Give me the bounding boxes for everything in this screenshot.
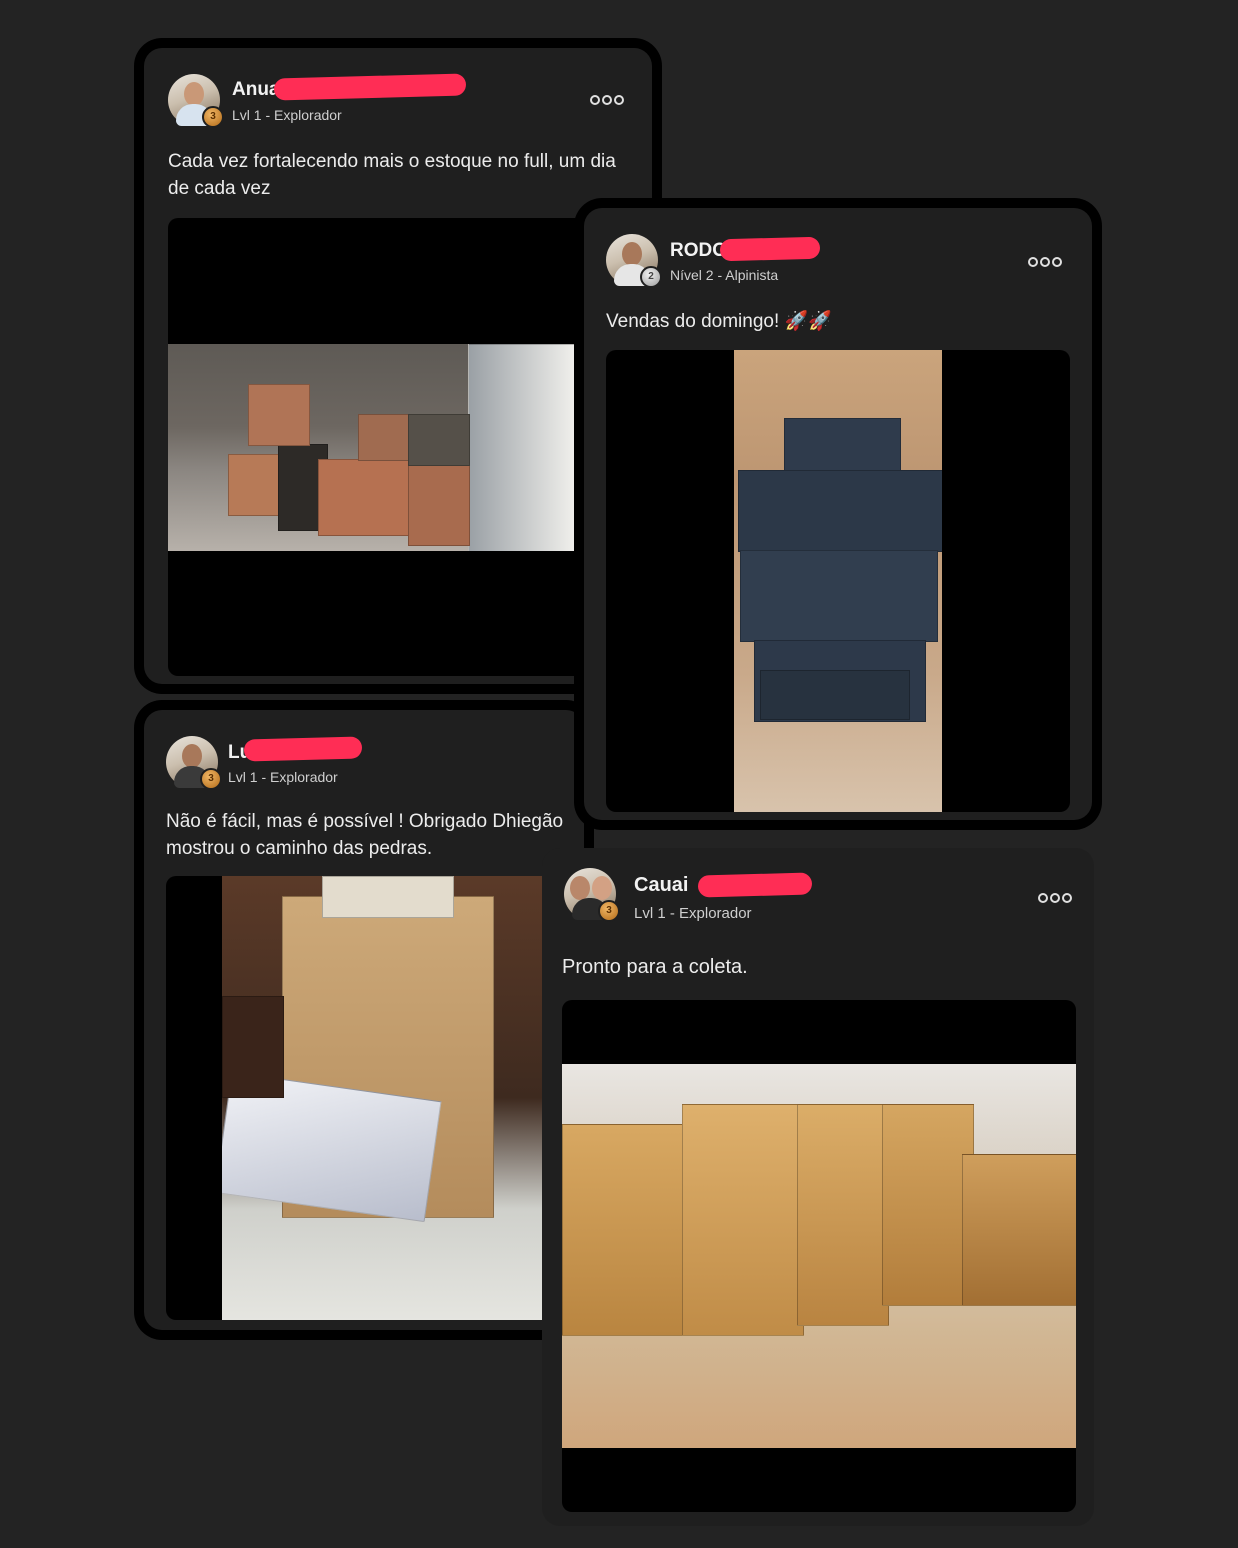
- author-level: Lvl 1 - Explorador: [634, 905, 752, 922]
- box: [322, 876, 454, 918]
- author-level: Nível 2 - Alpinista: [670, 267, 779, 283]
- post-card-1: 3 Anua Lvl 1 - Explorador Cada vez forta…: [144, 48, 652, 684]
- warehouse-boxes-photo: [168, 344, 578, 551]
- bronze-medal-icon: 3: [202, 106, 224, 128]
- box: [760, 670, 910, 720]
- post-media[interactable]: [168, 218, 638, 676]
- redaction-mark: [719, 236, 821, 262]
- stacked-boxes-photo: [222, 876, 542, 1320]
- avatar[interactable]: 3: [166, 736, 222, 790]
- window-light: [468, 344, 578, 551]
- post-card-4: 3 Cauai Lvl 1 - Explorador Pronto para a…: [542, 848, 1094, 1526]
- box: [408, 414, 470, 466]
- bronze-medal-icon: 3: [200, 768, 222, 790]
- box: [740, 550, 938, 642]
- post-media[interactable]: [166, 876, 584, 1320]
- box: [318, 459, 410, 536]
- box: [797, 1104, 889, 1326]
- more-options-icon[interactable]: [590, 92, 626, 109]
- post-text: Cada vez fortalecendo mais o estoque no …: [168, 151, 616, 199]
- dark-packages-photo: [734, 350, 942, 812]
- redaction-mark: [697, 872, 813, 898]
- box: [882, 1104, 974, 1306]
- box: [358, 414, 415, 461]
- more-options-icon[interactable]: [1028, 254, 1064, 271]
- avatar[interactable]: 2: [606, 234, 662, 288]
- post-text: Não é fácil, mas é possível ! Obrigado D…: [166, 811, 564, 859]
- cardboard-boxes-photo: [562, 1064, 1076, 1448]
- post-card-2: 2 RODO Nível 2 - Alpinista Vendas do dom…: [584, 208, 1092, 820]
- box: [248, 384, 310, 446]
- box: [738, 470, 942, 552]
- author-name[interactable]: Anua: [232, 79, 280, 101]
- more-options-icon[interactable]: [1038, 890, 1074, 907]
- bronze-medal-icon: 3: [598, 900, 620, 922]
- avatar[interactable]: 3: [168, 74, 224, 128]
- author-level: Lvl 1 - Explorador: [232, 107, 342, 123]
- post-media[interactable]: [562, 1000, 1076, 1512]
- box: [408, 464, 470, 546]
- post-card-3: 3 Lu Lvl 1 - Explorador Não é fácil, mas…: [144, 710, 584, 1330]
- box: [562, 1124, 694, 1336]
- shelf: [222, 996, 284, 1098]
- avatar-face: [184, 82, 204, 106]
- post-text: Pronto para a coleta.: [562, 956, 748, 978]
- avatar-face: [182, 744, 202, 768]
- redaction-mark: [273, 73, 467, 101]
- author-name[interactable]: Cauai: [634, 874, 688, 897]
- redaction-mark: [243, 736, 363, 762]
- avatar[interactable]: 3: [564, 868, 620, 922]
- post-text: Vendas do domingo! 🚀🚀: [606, 311, 832, 332]
- silver-medal-icon: 2: [640, 266, 662, 288]
- author-name[interactable]: RODO: [670, 240, 727, 262]
- box: [962, 1154, 1076, 1306]
- box: [682, 1104, 804, 1336]
- avatar-face: [570, 876, 590, 900]
- post-media[interactable]: [606, 350, 1070, 812]
- avatar-face-2: [592, 876, 612, 900]
- avatar-face: [622, 242, 642, 266]
- author-level: Lvl 1 - Explorador: [228, 769, 338, 785]
